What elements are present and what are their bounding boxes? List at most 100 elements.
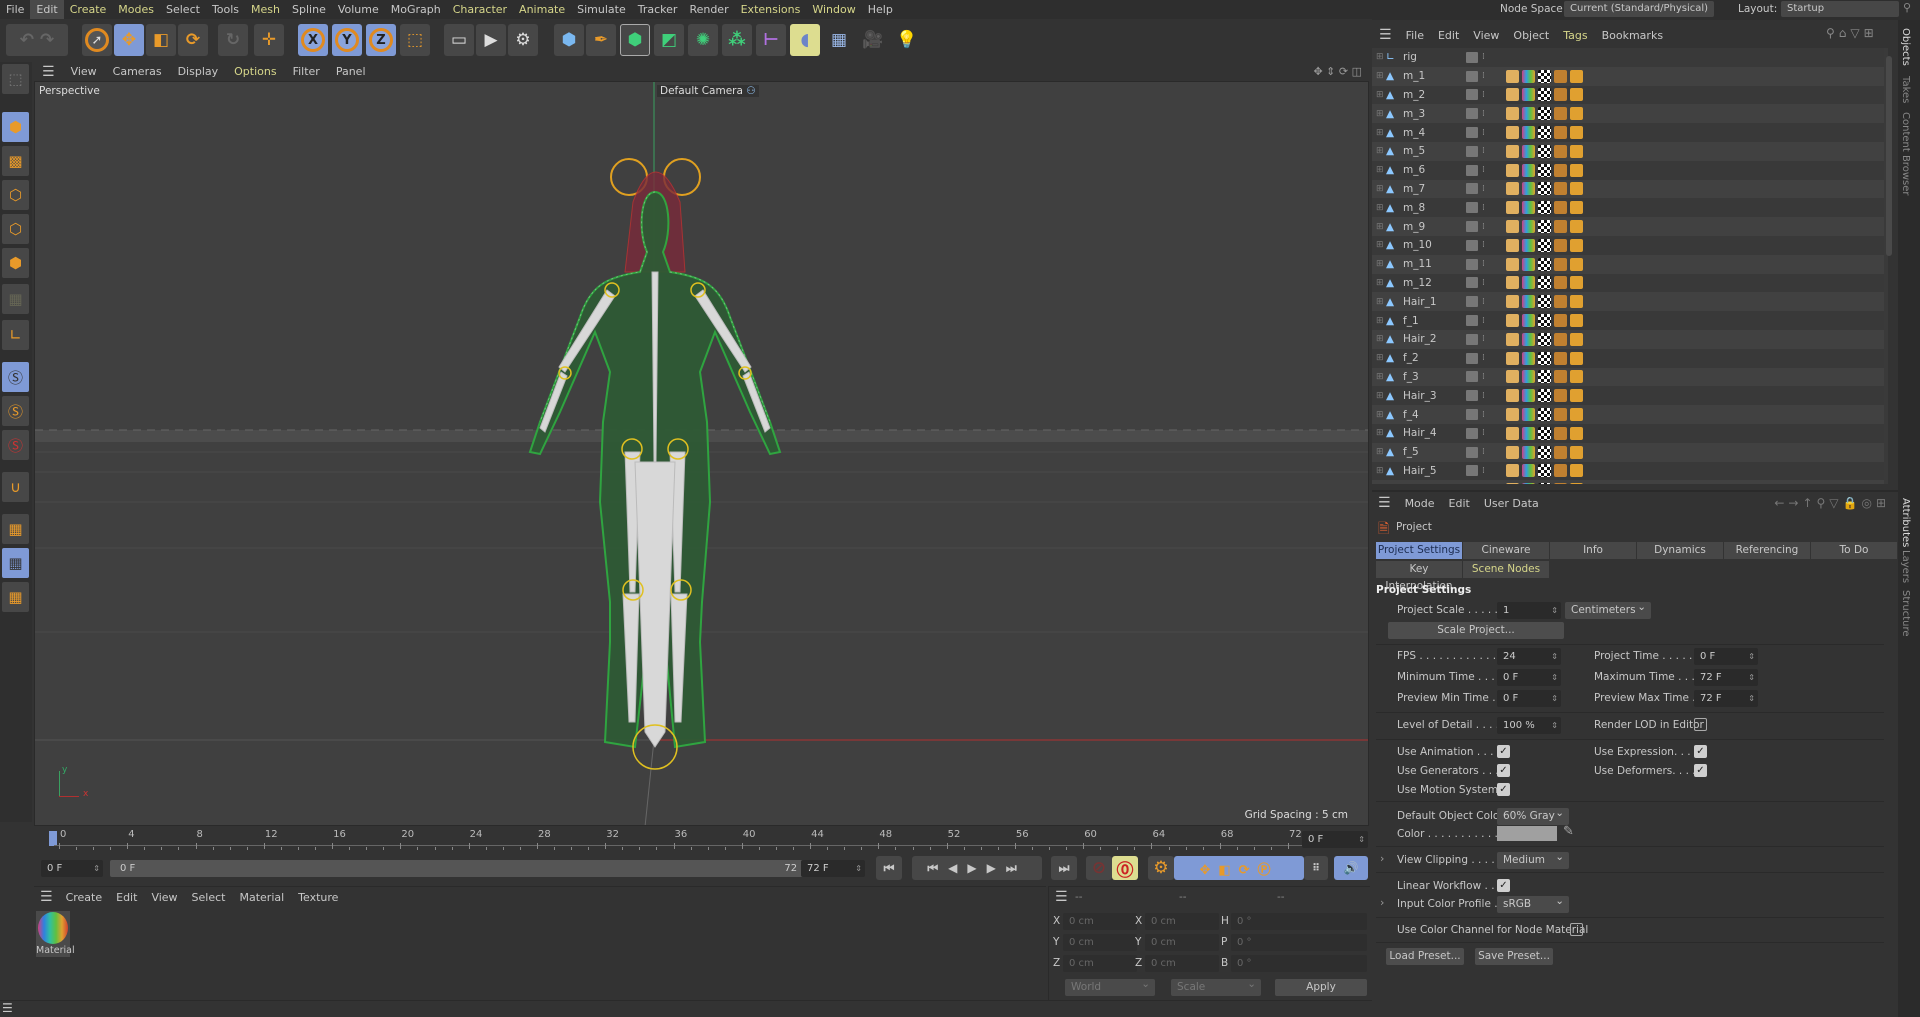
material-tag-icon[interactable] [1522, 295, 1535, 309]
camera-button[interactable]: 🎥 [858, 24, 888, 56]
fps-field[interactable]: 24 ⇕ [1497, 648, 1561, 665]
layer-visibility-icon[interactable] [1466, 202, 1478, 214]
uvw-tag-icon[interactable] [1538, 220, 1551, 234]
phong-tag-icon[interactable] [1506, 295, 1519, 309]
skin-tag-icon[interactable] [1570, 332, 1583, 346]
material-tag-icon[interactable] [1522, 238, 1535, 252]
uvw-tag-icon[interactable] [1538, 163, 1551, 177]
field-button[interactable]: ◖ [790, 24, 820, 56]
layer-visibility-icon[interactable] [1466, 277, 1478, 289]
uvw-tag-icon[interactable] [1538, 201, 1551, 215]
coord-field[interactable]: 0 cm [1145, 934, 1219, 951]
layer-visibility-icon[interactable] [1466, 70, 1478, 82]
visibility-dots-icon[interactable]: ⁞ [1482, 372, 1506, 382]
uvw-tag-icon[interactable] [1538, 483, 1551, 484]
expand-tree-icon[interactable]: ⊞ [1372, 353, 1386, 363]
layer-visibility-icon[interactable] [1466, 239, 1478, 251]
expand-tree-icon[interactable]: ⊞ [1372, 372, 1386, 382]
weight-tag-icon[interactable] [1554, 332, 1567, 346]
expand-tree-icon[interactable]: ⊞ [1372, 428, 1386, 438]
expand-tree-icon[interactable]: ⊞ [1372, 90, 1386, 100]
object-tags[interactable] [1506, 201, 1583, 215]
go-to-start-button[interactable]: ⏮ [876, 856, 902, 880]
visibility-dots-icon[interactable]: ⁞ [1482, 428, 1506, 438]
points-mode-button[interactable]: ⬡ [2, 180, 29, 210]
model-mode-button[interactable]: ⬢ [2, 112, 29, 142]
object-name[interactable]: Hair_4 [1400, 427, 1466, 439]
object-row[interactable]: ⊞ ▲ f_3 ⁞ [1372, 367, 1884, 387]
attribute-menu-mode[interactable]: Mode [1405, 497, 1435, 510]
polygons-mode-button[interactable]: ⬢ [2, 248, 29, 278]
make-editable-button[interactable]: ⬚ [2, 64, 29, 94]
expand-tree-icon[interactable]: ⊞ [1372, 109, 1386, 119]
layer-visibility-icon[interactable] [1466, 164, 1478, 176]
visibility-dots-icon[interactable]: ⁞ [1482, 165, 1506, 175]
extrude-button[interactable]: ◩ [654, 24, 684, 56]
tab-takes[interactable]: Takes [1900, 76, 1911, 103]
material-tag-icon[interactable] [1522, 276, 1535, 290]
object-tags[interactable] [1506, 483, 1583, 484]
object-row[interactable]: ⊞▲⁞ [1372, 480, 1884, 484]
weight-tag-icon[interactable] [1554, 126, 1567, 140]
visibility-dots-icon[interactable]: ⁞ [1482, 90, 1506, 100]
layer-visibility-icon[interactable] [1466, 183, 1478, 195]
object-tags[interactable] [1506, 370, 1583, 384]
apply-button[interactable]: Apply [1275, 979, 1367, 996]
visibility-dots-icon[interactable]: ⁞ [1482, 316, 1506, 326]
menu-select[interactable]: Select [160, 0, 206, 19]
uvw-tag-icon[interactable] [1538, 314, 1551, 328]
pla-button[interactable]: ⠿ [1304, 856, 1328, 880]
layer-visibility-icon[interactable] [1466, 409, 1478, 421]
layer-visibility-icon[interactable] [1466, 333, 1478, 345]
weight-tag-icon[interactable] [1554, 351, 1567, 365]
object-name[interactable]: m_5 [1400, 145, 1466, 157]
project-scale-field[interactable]: 1 ⇕ [1497, 602, 1561, 619]
object-tags[interactable] [1506, 144, 1583, 158]
expand-tree-icon[interactable]: ⊞ [1372, 410, 1386, 420]
uvw-tag-icon[interactable] [1538, 389, 1551, 403]
use-animation-checkbox[interactable]: ✓ [1497, 745, 1510, 758]
lock-z-button[interactable]: Z [366, 24, 396, 56]
object-row[interactable]: ⊞ ▲ m_6 ⁞ [1372, 160, 1884, 180]
object-name[interactable]: Hair_1 [1400, 296, 1466, 308]
visibility-dots-icon[interactable]: ⁞ [1482, 222, 1506, 232]
linear-workflow-checkbox[interactable]: ✓ [1497, 879, 1510, 892]
psr-button[interactable]: ↻ [218, 24, 248, 56]
lock-x-button[interactable]: X [298, 24, 328, 56]
visibility-dots-icon[interactable]: ⁞ [1482, 297, 1506, 307]
camera-label[interactable]: Default Camera ⚇ [657, 85, 759, 97]
object-name[interactable]: m_2 [1400, 89, 1466, 101]
autokey-button[interactable]: ⓪ [1112, 856, 1138, 881]
menu-tools[interactable]: Tools [206, 0, 245, 19]
viewport-menu-view[interactable]: View [63, 65, 105, 78]
object-name[interactable]: Hair_2 [1400, 333, 1466, 345]
phong-tag-icon[interactable] [1506, 314, 1519, 328]
expand-tree-icon[interactable]: ⊞ [1372, 297, 1386, 307]
object-name[interactable]: m_6 [1400, 164, 1466, 176]
tab-scene-nodes[interactable]: Scene Nodes [1463, 561, 1549, 578]
timeline-ruler[interactable]: 0 F ⇕ 0 4 8 12 16 20 24 28 32 36 40 44 48 52 56 60 64 68 72 [34, 828, 1370, 852]
weight-tag-icon[interactable] [1554, 445, 1567, 459]
skin-tag-icon[interactable] [1570, 126, 1583, 140]
skin-tag-icon[interactable] [1570, 182, 1583, 196]
node-space-dropdown[interactable]: Current (Standard/Physical) ⌄ [1564, 1, 1714, 30]
hamburger-icon[interactable]: ☰ [0, 1001, 13, 1015]
object-row[interactable]: ⊞ ▲ m_7 ⁞ [1372, 179, 1884, 199]
preview-min-field[interactable]: 0 F ⇕ [1497, 690, 1561, 707]
uvw-tag-icon[interactable] [1538, 408, 1551, 422]
material-tag-icon[interactable] [1522, 389, 1535, 403]
material-tag-icon[interactable] [1522, 69, 1535, 83]
layer-visibility-icon[interactable] [1466, 51, 1478, 63]
uvw-tag-icon[interactable] [1538, 238, 1551, 252]
coord-field[interactable]: 0 cm [1145, 955, 1219, 972]
object-menu-tags[interactable]: Tags [1556, 29, 1594, 42]
transform-button[interactable]: ✛ [254, 24, 284, 56]
layout-dropdown[interactable]: Startup [1781, 1, 1899, 17]
tab-info[interactable]: Info [1550, 542, 1636, 559]
object-row[interactable]: ⊞ ▲ Hair_1 ⁞ [1372, 292, 1884, 312]
object-name[interactable]: Hair_5 [1400, 465, 1466, 477]
skin-tag-icon[interactable] [1570, 464, 1583, 478]
tab-project-settings[interactable]: Project Settings [1376, 542, 1462, 559]
skin-tag-icon[interactable] [1570, 370, 1583, 384]
phong-tag-icon[interactable] [1506, 107, 1519, 121]
